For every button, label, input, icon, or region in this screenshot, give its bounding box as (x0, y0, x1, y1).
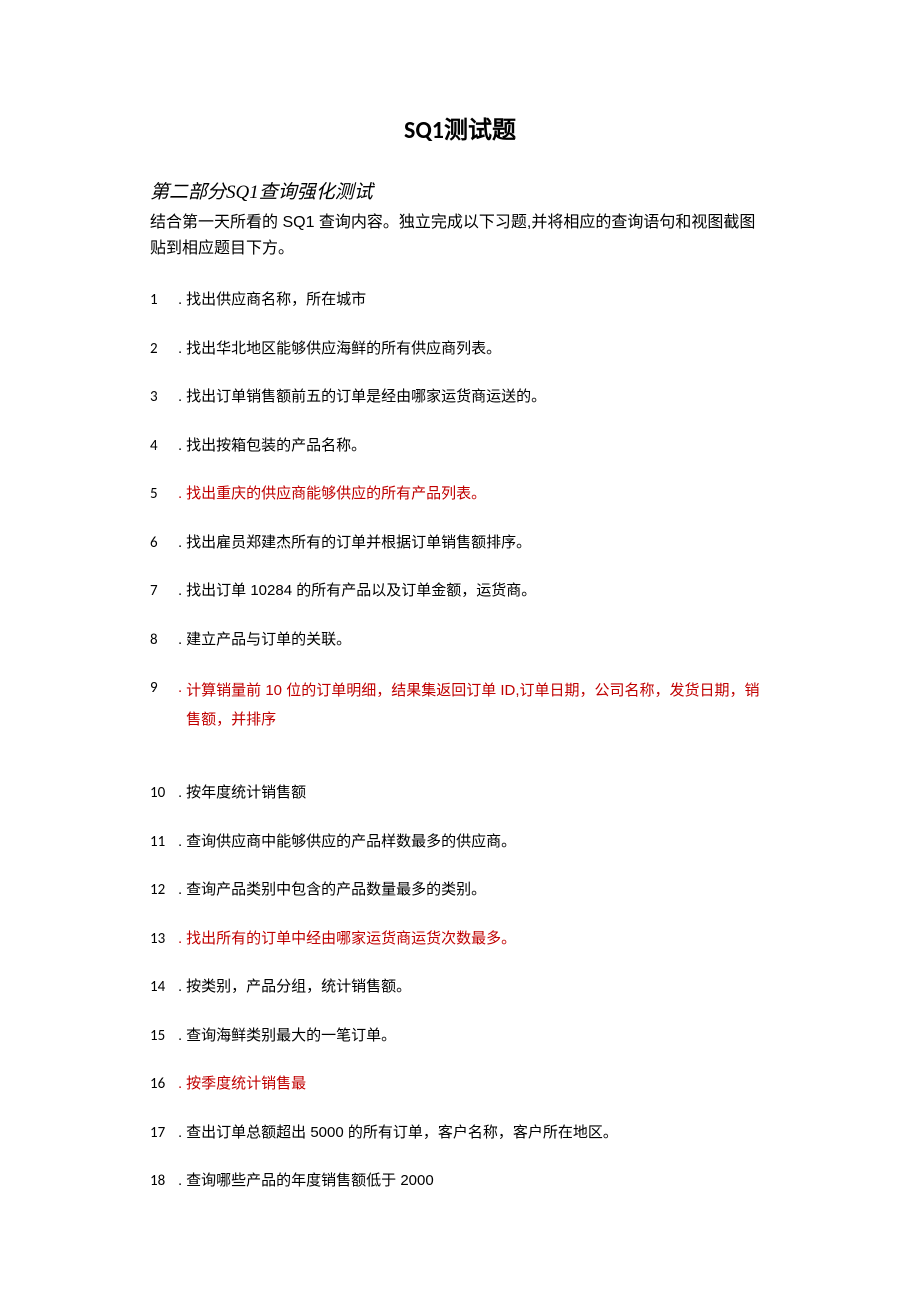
item-text: 查询供应商中能够供应的产品样数最多的供应商。 (186, 831, 770, 854)
item-dot: . (178, 483, 182, 506)
list-item: 3 . 找出订单销售额前五的订单是经由哪家运货商运送的。 (150, 386, 770, 409)
item-dot: . (178, 928, 182, 951)
item-dot: . (178, 1122, 182, 1145)
item-dot: . (178, 532, 182, 555)
list-item: 17 . 查出订单总额超出 5000 的所有订单，客户名称，客户所在地区。 (150, 1122, 770, 1145)
item-dot: . (178, 879, 182, 902)
item-dot: . (178, 629, 182, 652)
item-number: 17 (150, 1122, 176, 1145)
item-text: 找出按箱包装的产品名称。 (186, 435, 770, 458)
list-item: 11 . 查询供应商中能够供应的产品样数最多的供应商。 (150, 831, 770, 854)
item-number: 15 (150, 1025, 176, 1048)
item-number: 16 (150, 1073, 176, 1096)
list-item: 4 . 找出按箱包装的产品名称。 (150, 435, 770, 458)
document-title: SQ1测试题 (150, 110, 770, 145)
item-text: 查询哪些产品的年度销售额低于 2000 (186, 1170, 770, 1193)
list-item: 13 . 找出所有的订单中经由哪家运货商运货次数最多。 (150, 928, 770, 951)
item-number: 6 (150, 532, 176, 555)
item-dot: . (178, 1170, 182, 1193)
list-item: 16 . 按季度统计销售最 (150, 1073, 770, 1096)
item-dot: . (178, 580, 182, 603)
item-text: 按类别，产品分组，统计销售额。 (186, 976, 770, 999)
list-item: 10 . 按年度统计销售额 (150, 782, 770, 805)
list-item: 14 . 按类别，产品分组，统计销售额。 (150, 976, 770, 999)
item-number: 3 (150, 386, 176, 409)
item-number: 4 (150, 435, 176, 458)
item-dot: . (178, 1025, 182, 1048)
document-intro: 结合第一天所看的 SQ1 查询内容。独立完成以下习题,并将相应的查询语句和视图截… (150, 210, 770, 261)
item-number: 1 (150, 289, 176, 312)
item-number: 12 (150, 879, 176, 902)
item-text: 查询海鲜类别最大的一笔订单。 (186, 1025, 770, 1048)
item-text: 按年度统计销售额 (186, 782, 770, 805)
item-text: 查出订单总额超出 5000 的所有订单，客户名称，客户所在地区。 (186, 1122, 770, 1145)
item-text: 计算销量前 10 位的订单明细，结果集返回订单 ID,订单日期，公司名称，发货日… (186, 677, 770, 734)
item-text: 找出所有的订单中经由哪家运货商运货次数最多。 (186, 928, 770, 951)
item-text: 建立产品与订单的关联。 (186, 629, 770, 652)
list-item: 18 . 查询哪些产品的年度销售额低于 2000 (150, 1170, 770, 1193)
list-item: 6 . 找出雇员郑建杰所有的订单并根据订单销售额排序。 (150, 532, 770, 555)
item-text: 找出重庆的供应商能够供应的所有产品列表。 (186, 483, 770, 506)
list-item: 9 . 计算销量前 10 位的订单明细，结果集返回订单 ID,订单日期，公司名称… (150, 677, 770, 734)
list-item: 7 . 找出订单 10284 的所有产品以及订单金额，运货商。 (150, 580, 770, 603)
item-number: 9 (150, 677, 176, 700)
item-number: 2 (150, 338, 176, 361)
item-dot: . (178, 976, 182, 999)
item-dot: . (178, 831, 182, 854)
item-dot: . (178, 386, 182, 409)
list-item: 12 . 查询产品类别中包含的产品数量最多的类别。 (150, 879, 770, 902)
item-dot: . (178, 782, 182, 805)
item-number: 10 (150, 782, 176, 805)
item-dot: . (178, 435, 182, 458)
item-number: 5 (150, 483, 176, 506)
list-item: 15 . 查询海鲜类别最大的一笔订单。 (150, 1025, 770, 1048)
list-item: 5 . 找出重庆的供应商能够供应的所有产品列表。 (150, 483, 770, 506)
item-text: 找出雇员郑建杰所有的订单并根据订单销售额排序。 (186, 532, 770, 555)
item-dot: . (178, 1073, 182, 1096)
item-dot: . (178, 338, 182, 361)
list-item: 2 . 找出华北地区能够供应海鲜的所有供应商列表。 (150, 338, 770, 361)
item-text: 找出订单 10284 的所有产品以及订单金额，运货商。 (186, 580, 770, 603)
item-number: 11 (150, 831, 176, 854)
list-item: 1 . 找出供应商名称，所在城市 (150, 289, 770, 312)
item-number: 14 (150, 976, 176, 999)
item-number: 8 (150, 629, 176, 652)
item-dot: . (178, 289, 182, 312)
item-text: 按季度统计销售最 (186, 1073, 770, 1096)
document-subtitle: 第二部分SQ1查询强化测试 (150, 177, 770, 204)
item-text: 找出华北地区能够供应海鲜的所有供应商列表。 (186, 338, 770, 361)
item-number: 7 (150, 580, 176, 603)
item-text: 找出订单销售额前五的订单是经由哪家运货商运送的。 (186, 386, 770, 409)
list-item: 8 . 建立产品与订单的关联。 (150, 629, 770, 652)
item-number: 18 (150, 1170, 176, 1193)
item-text: 查询产品类别中包含的产品数量最多的类别。 (186, 879, 770, 902)
item-dot: . (178, 677, 182, 700)
item-text: 找出供应商名称，所在城市 (186, 289, 770, 312)
item-number: 13 (150, 928, 176, 951)
items-list: 1 . 找出供应商名称，所在城市 2 . 找出华北地区能够供应海鲜的所有供应商列… (150, 289, 770, 1193)
